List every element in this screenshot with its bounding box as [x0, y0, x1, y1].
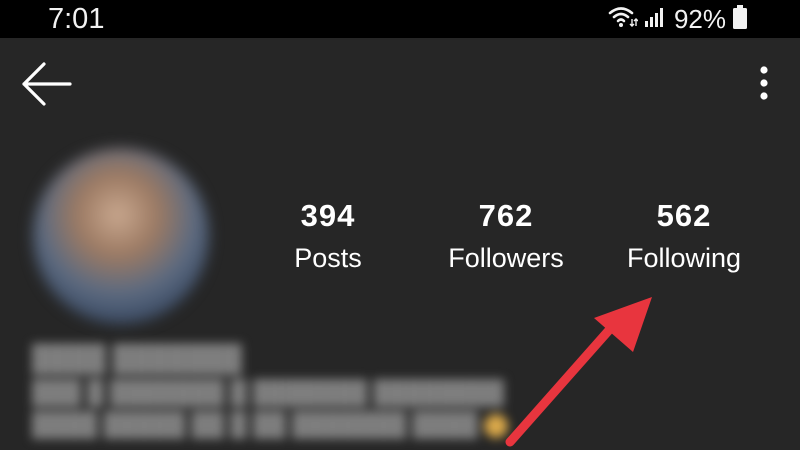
battery-icon: [732, 4, 748, 35]
wifi-icon: [608, 5, 639, 34]
arrow-left-icon: [22, 62, 72, 106]
back-button[interactable]: [20, 62, 72, 106]
emoji-icon: [484, 413, 509, 438]
following-label: Following: [626, 243, 742, 273]
status-bar: 7:01 92%: [0, 0, 800, 38]
signal-icon: [644, 5, 666, 34]
posts-count: 394: [300, 198, 356, 233]
stat-posts[interactable]: 394 Posts: [238, 196, 418, 278]
bio-name-blurred: ████ ███████: [32, 343, 242, 373]
stat-following[interactable]: 562 Following: [594, 196, 774, 278]
followers-label: Followers: [448, 243, 564, 273]
battery-percent: 92%: [673, 4, 726, 34]
status-time: 7:01: [48, 3, 105, 35]
status-icons: 92%: [608, 2, 748, 36]
profile-bio: ████ ███████ ███ █ ███████ █ ███████ ███…: [32, 340, 552, 440]
bio-line-blurred: ████ █████ ██ █ ██ ███████ ████: [32, 408, 552, 440]
bio-line-blurred: ███ █ ███████ █ ███████ ████████: [32, 379, 504, 405]
more-options-button[interactable]: [750, 64, 778, 104]
posts-label: Posts: [294, 243, 362, 273]
profile-avatar[interactable]: [33, 148, 209, 324]
more-vertical-icon: [760, 66, 768, 100]
top-app-bar: [0, 38, 800, 134]
stat-followers[interactable]: 762 Followers: [416, 196, 596, 278]
profile-screen: 7:01 92% 394 Posts 762 Followers 562 Fol…: [0, 0, 800, 450]
following-count: 562: [656, 198, 712, 233]
followers-count: 762: [478, 198, 534, 233]
